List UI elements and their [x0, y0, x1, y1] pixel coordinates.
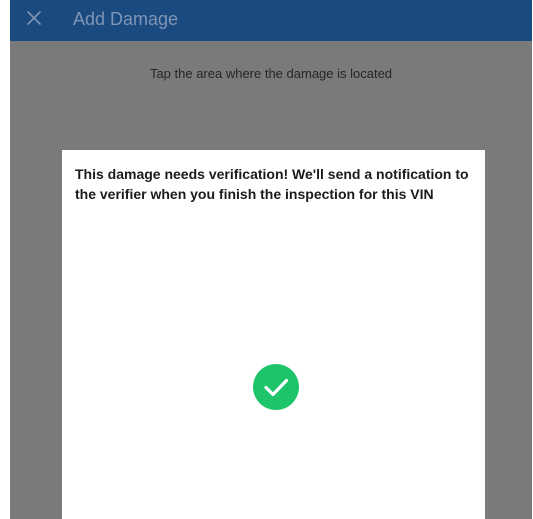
check-circle-icon: [253, 364, 299, 410]
tap-instruction: Tap the area where the damage is located: [149, 66, 393, 81]
add-damage-screen: Add Damage Tap the area where the damage…: [10, 0, 532, 519]
verification-message: This damage needs verification! We'll se…: [75, 166, 469, 202]
close-icon: [27, 11, 41, 25]
verification-dialog: This damage needs verification! We'll se…: [62, 150, 485, 519]
app-bar: Add Damage: [10, 0, 532, 41]
screenshot-frame: Add Damage Tap the area where the damage…: [0, 0, 533, 519]
close-button[interactable]: [20, 4, 48, 32]
page-title: Add Damage: [73, 9, 179, 29]
